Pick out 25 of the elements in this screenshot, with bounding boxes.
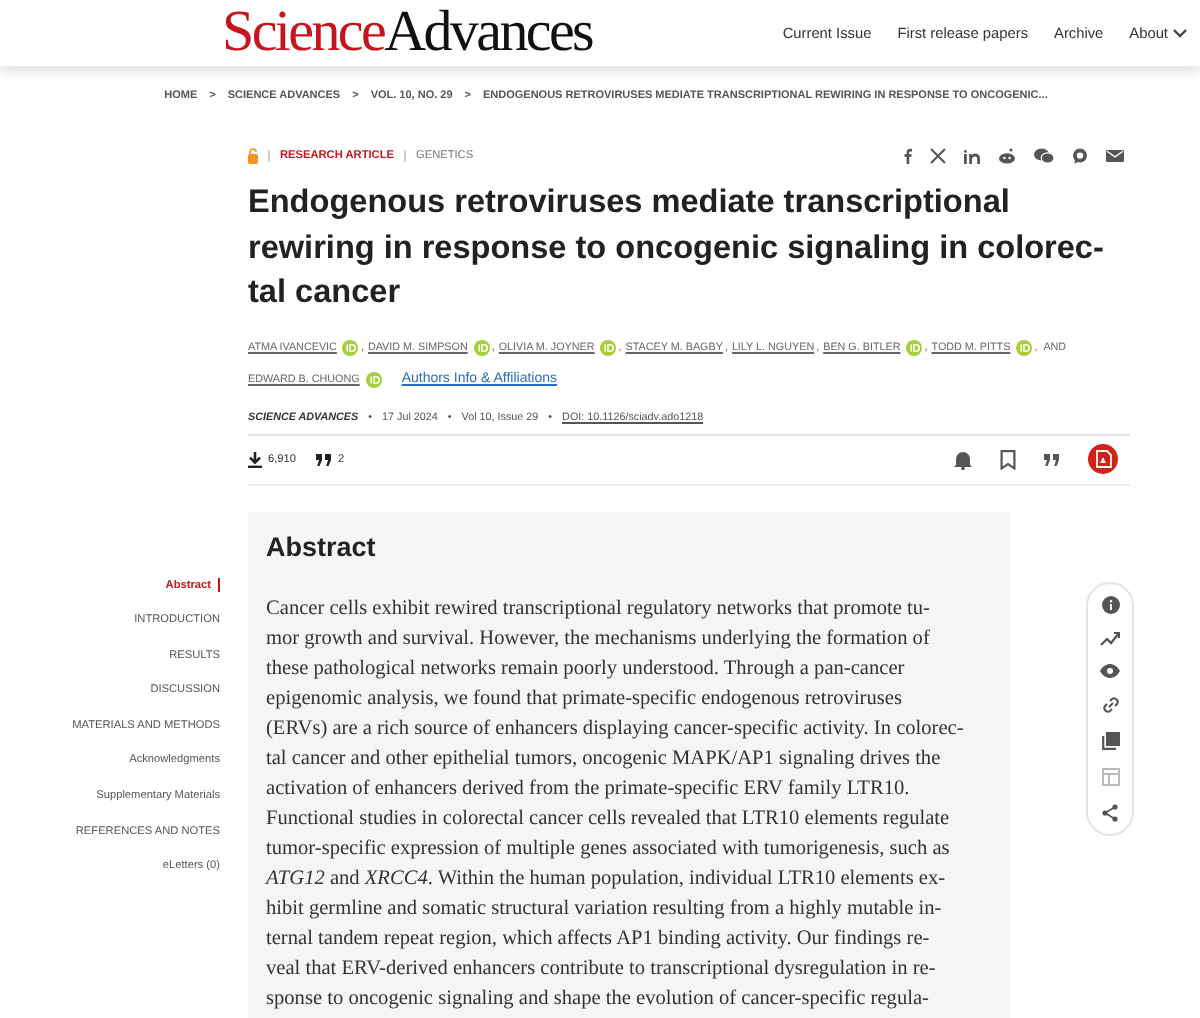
images-icon[interactable] — [1101, 731, 1119, 749]
abstract-heading: Abstract — [266, 531, 378, 561]
linkedin-icon[interactable] — [964, 149, 980, 163]
email-icon[interactable] — [1106, 150, 1124, 162]
site-logo[interactable]: ScienceAdvances — [222, 4, 593, 62]
caret-icon — [1172, 28, 1188, 38]
bell-icon[interactable] — [954, 449, 972, 469]
pdf-icon — [1095, 450, 1111, 468]
wechat-icon[interactable] — [1034, 148, 1054, 164]
cite-icon[interactable] — [1044, 453, 1060, 465]
bookmark-icon[interactable] — [1000, 449, 1016, 469]
whatsapp-icon[interactable] — [1072, 148, 1088, 164]
pdf-button[interactable] — [1088, 444, 1118, 474]
quote-icon — [316, 453, 332, 465]
trend-chart-icon[interactable] — [1100, 631, 1120, 645]
info-icon[interactable] — [1101, 595, 1119, 613]
download-icon — [248, 451, 262, 467]
abstract-text: Cancer cells exhibit rewired transcriptional regulatory networks that promote tu- mor growth and survival. However, the mechanisms underlying the formation of these pathological networks remain poorly understood. Through a pan-cancer epigenomic analysis, we found that primate-specific endogenous retroviruses (ERVs) are a rich source of enhancers displaying cancer-specific activity. In colorec- tal cancer and other epithelial tumors, oncogenic MAPK/AP1 signaling drives the activation of enhancers derived from the primate-specific ERV family LTR10. Functional studies in colorectal cancer cells revealed that LTR10 elements regulate tumor-specific expression of multiple genes associated with tumorigenesis, such as ATG12 and XRCC4. Within the human population, individual LTR10 elements ex- hibit germline and somatic structural variation resulting from a highly mutable in- ternal tandem repeat region, which affects AP1 binding activity. Our findings re- veal that ERV-derived enhancers contribute to transcriptional dysregulation in re- sponse to oncogenic signaling and shape the evolution of cancer-specific regula- — [266, 595, 966, 1013]
share-icon[interactable] — [1102, 803, 1118, 821]
facebook-icon[interactable] — [904, 148, 912, 164]
x-icon[interactable] — [930, 148, 946, 164]
article-title: Endogenous retroviruses mediate transcriptional rewiring in response to oncogenic signaling in colorec- tal cancer — [248, 182, 1106, 314]
reddit-icon[interactable] — [998, 148, 1016, 164]
eye-icon[interactable] — [1100, 663, 1120, 677]
link-icon[interactable] — [1101, 695, 1119, 713]
